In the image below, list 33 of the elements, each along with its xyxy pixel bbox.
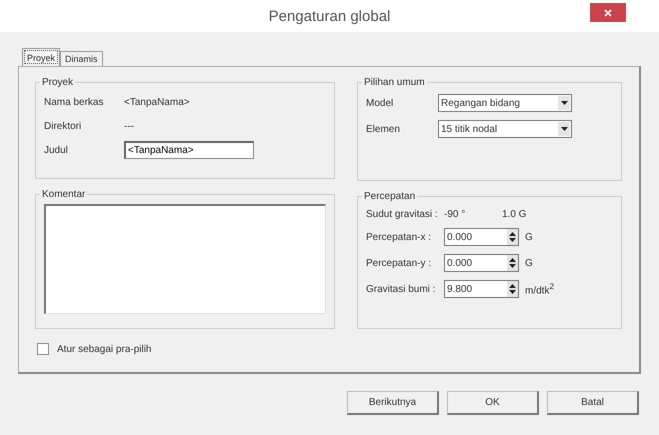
group-title: Proyek bbox=[41, 77, 74, 88]
dialog-button[interactable]: OK bbox=[447, 391, 539, 415]
window-title: Pengaturan global bbox=[268, 8, 390, 24]
group-title: Pilihan umum bbox=[363, 77, 426, 88]
number-field[interactable]: 0.000 bbox=[444, 254, 519, 272]
unit-label: G bbox=[525, 258, 533, 268]
dialog-button[interactable]: Berikutnya bbox=[347, 391, 439, 415]
dialog-button[interactable]: Batal bbox=[547, 391, 639, 415]
field-value: -90 ° bbox=[444, 208, 466, 220]
field-label: Nama berkas bbox=[44, 96, 104, 108]
number-field[interactable]: 0.000 bbox=[444, 228, 519, 246]
field-label: Percepatan-x : bbox=[366, 232, 432, 242]
unit-label: 1.0 G bbox=[502, 208, 526, 220]
number-field[interactable]: 9.800 bbox=[444, 280, 519, 298]
tab[interactable]: Proyek bbox=[22, 48, 60, 66]
tab[interactable]: Dinamis bbox=[60, 51, 103, 66]
dropdown[interactable]: 15 titik nodal bbox=[438, 120, 572, 138]
unit-label: m/dtk$^{2}$ bbox=[525, 281, 554, 297]
group-title: Komentar bbox=[41, 189, 86, 200]
field-label: Elemen bbox=[366, 124, 401, 134]
field-label: Model bbox=[366, 98, 394, 108]
field-label: Judul bbox=[44, 144, 69, 156]
dropdown[interactable]: Regangan bidang bbox=[438, 94, 572, 112]
field-value: --- bbox=[124, 120, 134, 132]
field-label: Gravitasi bumi : bbox=[366, 284, 436, 294]
field-label: Sudut gravitasi : bbox=[366, 208, 439, 220]
title-field[interactable]: <TanpaNama> bbox=[124, 141, 254, 159]
checkbox-label: Atur sebagai pra-pilih bbox=[57, 344, 152, 354]
unit-label: G bbox=[525, 232, 533, 242]
field-label: Direktori bbox=[44, 120, 82, 132]
field-value: <TanpaNama> bbox=[124, 96, 190, 108]
group-title: Percepatan bbox=[363, 191, 416, 202]
field-label: Percepatan-y : bbox=[366, 258, 432, 268]
